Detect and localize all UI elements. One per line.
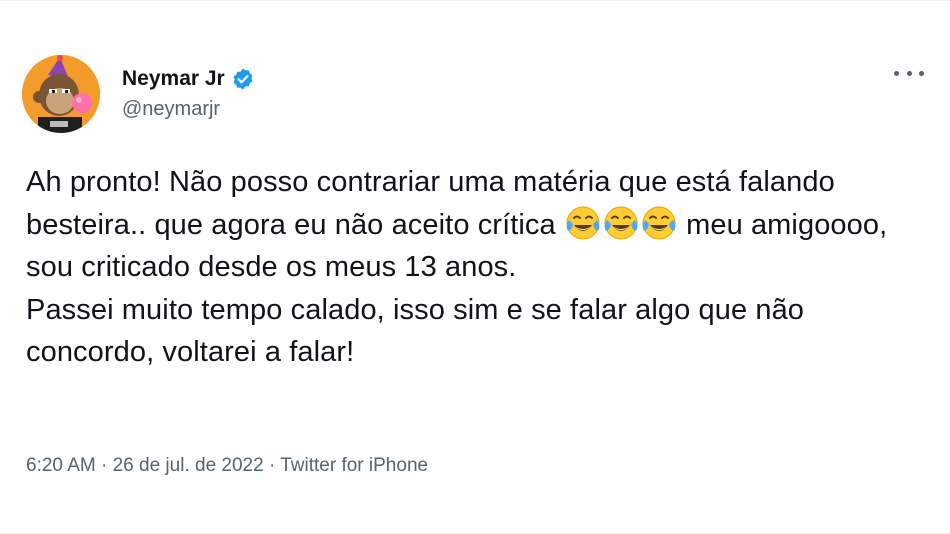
ape-avatar-icon [22,55,100,133]
tweet-date[interactable]: 26 de jul. de 2022 [113,455,264,476]
avatar[interactable] [22,55,100,133]
author-names: Neymar Jr @neymarjr [122,66,255,122]
more-options-icon [894,70,899,76]
tears-of-joy-emoji-icon [602,204,640,242]
tweet-meta: 6:20 AM · 26 de jul. de 2022 · Twitter f… [26,453,428,479]
tweet-paragraph-1: Ah pronto! Não posso contrariar uma maté… [26,161,926,289]
more-options-button[interactable] [894,63,924,83]
tweet-source[interactable]: Twitter for iPhone [280,455,428,476]
tweet-text: Ah pronto! Não posso contrariar uma maté… [26,161,926,374]
meta-separator: · [95,455,113,476]
tweet-card: Neymar Jr @neymarjr Ah pronto! Não posso… [0,0,950,534]
handle[interactable]: @neymarjr [122,96,255,122]
tweet-header: Neymar Jr @neymarjr [22,55,255,133]
tweet-time[interactable]: 6:20 AM [26,455,96,476]
tears-of-joy-emoji-icon [564,204,602,242]
verified-badge-icon [231,67,255,91]
display-name[interactable]: Neymar Jr [122,66,225,92]
more-options-dot [906,70,912,76]
tears-of-joy-emoji-icon [640,204,678,242]
more-options-dot [919,70,924,76]
tweet-paragraph-2: Passei muito tempo calado, isso sim e se… [26,293,805,369]
meta-separator: · [263,455,281,476]
name-row: Neymar Jr [122,66,255,92]
